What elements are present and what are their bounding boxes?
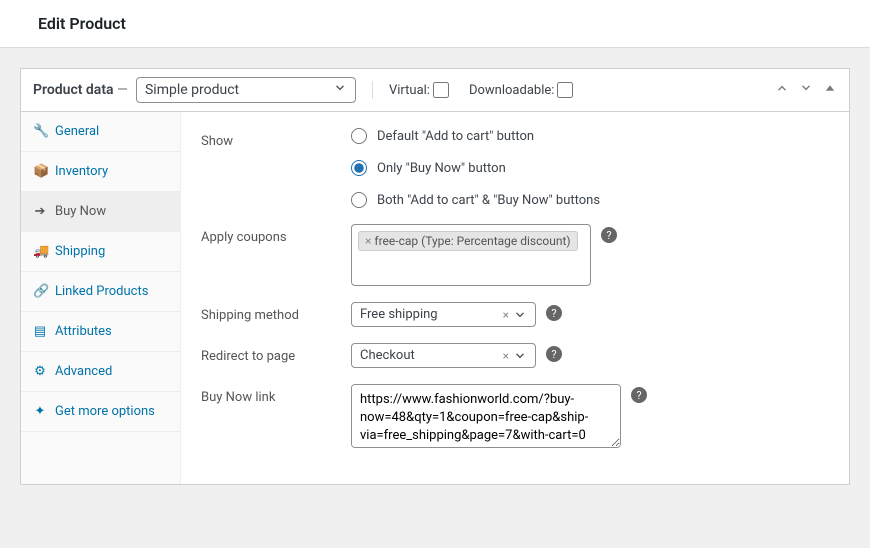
show-option-both[interactable]: Both "Add to cart" & "Buy Now" buttons (351, 192, 600, 208)
panel-move-down-icon[interactable] (799, 81, 813, 99)
virtual-checkbox[interactable]: Virtual: (389, 82, 449, 98)
box-icon: 📦 (33, 164, 47, 179)
shipping-label: Shipping method (201, 302, 351, 323)
tab-content: Show Default "Add to cart" button Only "… (181, 112, 849, 484)
sparkle-icon: ✦ (33, 404, 47, 419)
show-option-buynow[interactable]: Only "Buy Now" button (351, 160, 600, 176)
chevron-down-icon (513, 349, 527, 363)
list-icon: ▤ (33, 324, 47, 339)
downloadable-checkbox[interactable]: Downloadable: (469, 82, 573, 98)
gear-icon: ⚙ (33, 364, 47, 379)
tab-attributes[interactable]: ▤Attributes (21, 312, 180, 352)
help-icon[interactable]: ? (546, 346, 562, 362)
clear-icon[interactable]: × (503, 308, 509, 322)
tab-more-options[interactable]: ✦Get more options (21, 392, 180, 432)
panel-collapse-icon[interactable] (823, 81, 837, 99)
product-tabs: 🔧General 📦Inventory ➔Buy Now 🚚Shipping 🔗… (21, 112, 181, 484)
link-icon: 🔗 (33, 284, 47, 299)
page-title: Edit Product (0, 0, 870, 48)
wrench-icon: 🔧 (33, 124, 47, 139)
chevron-down-icon (513, 308, 527, 322)
coupons-label: Apply coupons (201, 224, 351, 245)
truck-icon: 🚚 (33, 244, 47, 259)
panel-title: Product data — (33, 82, 128, 98)
redirect-label: Redirect to page (201, 343, 351, 364)
product-data-panel: Product data — Simple product Virtual: D… (20, 68, 850, 485)
show-label: Show (201, 128, 351, 149)
tab-inventory[interactable]: 📦Inventory (21, 152, 180, 192)
clear-icon[interactable]: × (503, 349, 509, 363)
tab-shipping[interactable]: 🚚Shipping (21, 232, 180, 272)
row-redirect: Redirect to page Checkout × ? (201, 343, 829, 368)
show-option-default[interactable]: Default "Add to cart" button (351, 128, 600, 144)
help-icon[interactable]: ? (601, 227, 617, 243)
help-icon[interactable]: ? (546, 305, 562, 321)
shipping-select[interactable]: Free shipping × (351, 302, 536, 327)
panel-header: Product data — Simple product Virtual: D… (21, 69, 849, 112)
coupons-input[interactable]: ×free-cap (Type: Percentage discount) (351, 224, 591, 286)
tab-general[interactable]: 🔧General (21, 112, 180, 152)
row-link: Buy Now link ? (201, 384, 829, 448)
arrow-right-icon: ➔ (33, 204, 47, 219)
product-type-select[interactable]: Simple product (136, 77, 356, 103)
redirect-select[interactable]: Checkout × (351, 343, 536, 368)
row-shipping: Shipping method Free shipping × ? (201, 302, 829, 327)
buy-now-link-textarea[interactable] (351, 384, 621, 448)
panel-move-up-icon[interactable] (775, 81, 789, 99)
tab-linked-products[interactable]: 🔗Linked Products (21, 272, 180, 312)
help-icon[interactable]: ? (631, 387, 647, 403)
row-coupons: Apply coupons ×free-cap (Type: Percentag… (201, 224, 829, 286)
link-label: Buy Now link (201, 384, 351, 405)
panel-body: 🔧General 📦Inventory ➔Buy Now 🚚Shipping 🔗… (21, 112, 849, 484)
coupon-chip[interactable]: ×free-cap (Type: Percentage discount) (358, 231, 578, 251)
row-show: Show Default "Add to cart" button Only "… (201, 128, 829, 208)
divider (372, 81, 373, 99)
tab-advanced[interactable]: ⚙Advanced (21, 352, 180, 392)
tab-buy-now[interactable]: ➔Buy Now (21, 192, 180, 232)
chevron-down-icon (333, 81, 347, 99)
chip-remove-icon[interactable]: × (365, 234, 371, 248)
